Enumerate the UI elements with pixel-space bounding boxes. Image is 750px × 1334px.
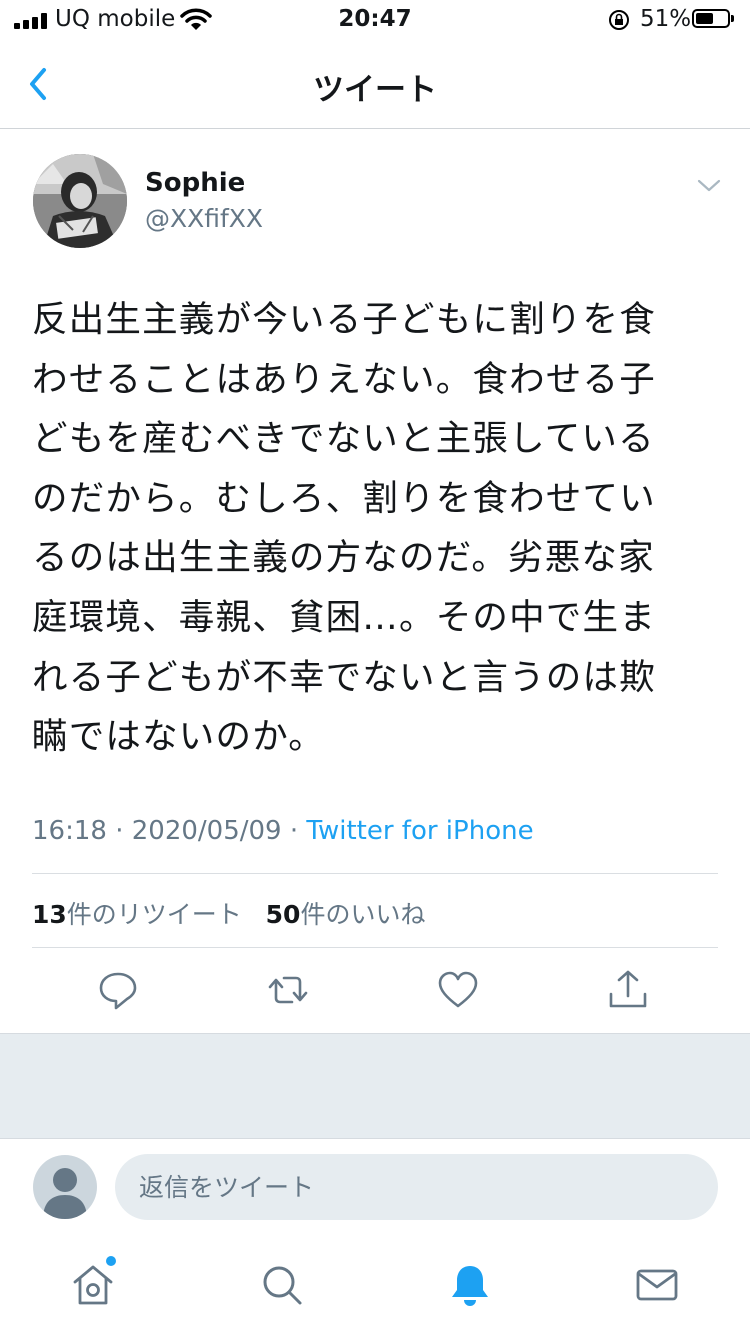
tweet-line: 反出生主義が今いる子どもに割りを食 [32, 299, 656, 340]
retweet-count[interactable]: 13 [32, 900, 67, 929]
avatar[interactable] [33, 154, 127, 248]
retweet-icon[interactable] [266, 968, 310, 1012]
tweet-text: 反出生主義が今いる子どもに割りを食 わせることはありえない。食わせる子 どもを産… [32, 290, 722, 767]
tweet-line: どもを産むべきでないと主張している [32, 418, 655, 460]
new-content-dot [106, 1256, 116, 1266]
home-icon[interactable] [70, 1262, 116, 1308]
share-icon[interactable] [606, 968, 650, 1012]
battery-icon [692, 9, 734, 28]
tweet-time: 16:18 [32, 816, 107, 846]
notifications-icon[interactable] [447, 1262, 493, 1308]
tweet-line: れる子どもが不幸でないと言うのは欺 [32, 656, 656, 698]
reply-icon[interactable] [96, 968, 140, 1012]
avatar-photo [33, 154, 127, 248]
empty-replies-area [0, 1033, 750, 1139]
clock: 20:47 [338, 6, 412, 32]
tweet-line: のだから。むしろ、割りを食わせてい [32, 477, 656, 519]
search-icon[interactable] [259, 1262, 305, 1308]
battery-percent: 51% [640, 6, 692, 32]
reply-input[interactable] [115, 1154, 718, 1220]
tweet-stats: 13件のリツイート 50件のいいね [32, 895, 425, 931]
author-handle[interactable]: @XXfifXX [145, 204, 263, 233]
tweet-line: 瞞ではないのか。 [32, 716, 325, 758]
meta-separator: · [106, 816, 132, 846]
default-avatar-icon [43, 1168, 87, 1219]
tweet-line: 庭環境、毒親、貧困…。その中で生ま [32, 596, 656, 638]
tweet-source-link[interactable]: Twitter for iPhone [306, 816, 533, 846]
retweet-label[interactable]: 件のリツイート [67, 900, 242, 929]
divider [32, 947, 718, 948]
like-count[interactable]: 50 [266, 900, 301, 929]
author-name[interactable]: Sophie [145, 168, 245, 198]
meta-separator: · [281, 816, 307, 846]
tweet-date: 2020/05/09 [131, 816, 282, 846]
tweet-line: るのは出生主義の方なのだ。劣悪な家 [32, 537, 655, 579]
messages-icon[interactable] [634, 1262, 680, 1308]
like-label[interactable]: 件のいいね [300, 900, 425, 929]
page-title: ツイート [313, 72, 437, 108]
like-icon[interactable] [436, 968, 480, 1012]
tweet-line: わせることはありえない。食わせる子 [32, 358, 656, 400]
divider [32, 873, 718, 874]
nav-header: ツイート [0, 42, 750, 129]
rotation-lock-icon [609, 10, 629, 30]
chevron-down-icon[interactable] [696, 176, 722, 194]
status-bar: UQ mobile 20:47 51% [0, 0, 750, 42]
my-avatar[interactable] [33, 1155, 97, 1219]
tweet-meta: 16:18 · 2020/05/09 · Twitter for iPhone [32, 816, 534, 846]
